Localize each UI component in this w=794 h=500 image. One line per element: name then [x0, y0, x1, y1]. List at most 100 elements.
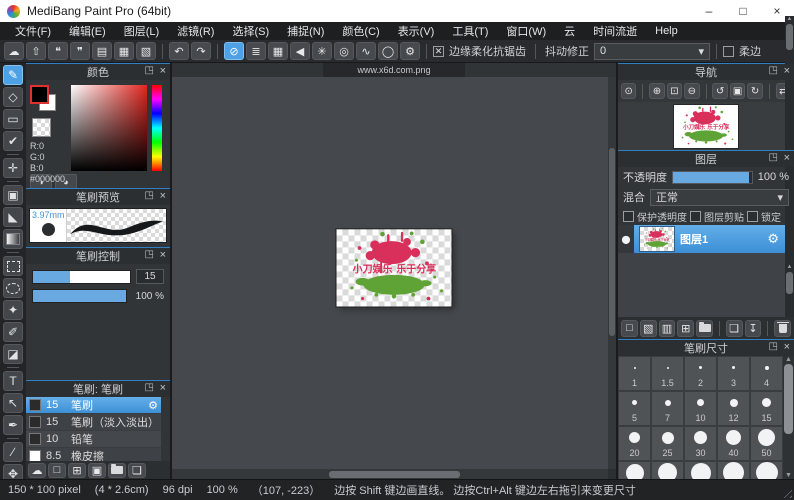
- menu-file[interactable]: 文件(F): [6, 23, 60, 39]
- scrollbar-thumb[interactable]: [609, 148, 615, 336]
- brush-item-fade[interactable]: 15 笔刷（淡入淡出）: [26, 414, 161, 431]
- document-icon[interactable]: ▤: [92, 42, 112, 60]
- menu-view[interactable]: 表示(V): [389, 23, 444, 39]
- close-icon[interactable]: ×: [784, 65, 790, 77]
- menu-color[interactable]: 颜色(C): [333, 23, 388, 39]
- brush-size-cell[interactable]: 60: [618, 461, 651, 479]
- gear-icon[interactable]: ⚙: [767, 231, 779, 247]
- close-icon[interactable]: ×: [784, 152, 790, 164]
- gear-icon[interactable]: ⚙: [148, 399, 158, 412]
- popout-icon[interactable]: ◳: [145, 65, 154, 76]
- canvas-area[interactable]: www.x6d.com.png: [172, 63, 616, 479]
- scrollbar-thumb[interactable]: [786, 24, 793, 50]
- brush-size-cell[interactable]: 90: [717, 461, 750, 479]
- pen-tool[interactable]: ✒: [3, 415, 23, 435]
- operation-tool[interactable]: ↖: [3, 393, 23, 413]
- foreground-color-swatch[interactable]: [30, 85, 49, 104]
- add-layer-icon[interactable]: ⊞: [677, 320, 694, 337]
- curve-icon[interactable]: ∿: [356, 42, 376, 60]
- popout-icon[interactable]: ◳: [145, 190, 154, 201]
- new-brush-icon[interactable]: □: [48, 463, 66, 478]
- cloud-download-icon[interactable]: ☁: [28, 463, 46, 478]
- fit-screen-icon[interactable]: ⊡: [667, 83, 682, 99]
- comment-icon[interactable]: ❝: [48, 42, 68, 60]
- brush-size-cell[interactable]: 50: [750, 426, 783, 461]
- menu-timelapse[interactable]: 时间流逝: [584, 23, 646, 39]
- brush-size-cell[interactable]: 25: [651, 426, 684, 461]
- clipping-checkbox[interactable]: [690, 211, 701, 222]
- popout-icon[interactable]: ◳: [145, 382, 154, 393]
- brush-size-cell[interactable]: 12: [717, 391, 750, 426]
- brush-size-cell[interactable]: 3: [717, 356, 750, 391]
- select-lasso-tool[interactable]: [3, 278, 23, 298]
- brush-size-cell[interactable]: 2: [684, 356, 717, 391]
- menu-select[interactable]: 选择(S): [223, 23, 278, 39]
- close-icon[interactable]: ×: [160, 249, 166, 261]
- scrollbar-thumb[interactable]: [329, 471, 460, 478]
- brush-size-cell[interactable]: 7: [651, 391, 684, 426]
- brush-size-cell[interactable]: 100: [750, 461, 783, 479]
- settings-icon[interactable]: ⚙: [400, 42, 420, 60]
- select-eraser-tool[interactable]: ◪: [3, 344, 23, 364]
- navigator-thumbnail[interactable]: [674, 105, 738, 148]
- transparent-color-swatch[interactable]: [32, 118, 51, 137]
- menu-help[interactable]: Help: [646, 25, 687, 37]
- brush-size-cell[interactable]: 10: [684, 391, 717, 426]
- brush-opacity-slider[interactable]: [32, 289, 127, 303]
- folder-icon[interactable]: [696, 320, 713, 337]
- shape-brush-tool[interactable]: ▭: [3, 109, 23, 129]
- snap-tool[interactable]: ✔: [3, 131, 23, 151]
- close-icon[interactable]: ×: [160, 382, 166, 394]
- symmetry-icon[interactable]: ✳: [312, 42, 332, 60]
- soft-edge-checkbox[interactable]: [723, 46, 734, 57]
- cloud-icon[interactable]: ☁: [4, 42, 24, 60]
- canvas-image[interactable]: [337, 229, 452, 306]
- resize-grip[interactable]: [780, 486, 792, 498]
- brush-size-cell[interactable]: 30: [684, 426, 717, 461]
- select-pen-tool[interactable]: ✐: [3, 322, 23, 342]
- rotate-ccw-icon[interactable]: ↺: [712, 83, 727, 99]
- undo-icon[interactable]: ↶: [169, 42, 189, 60]
- brush-tool[interactable]: ✎: [3, 65, 23, 85]
- zoom-in-icon[interactable]: ⊕: [649, 83, 664, 99]
- rotate-cw-icon[interactable]: ↻: [747, 83, 762, 99]
- brush-size-cell[interactable]: 15: [750, 391, 783, 426]
- menu-cloud[interactable]: 云: [555, 23, 584, 39]
- form-icon[interactable]: ▦: [114, 42, 134, 60]
- brush-item-brush[interactable]: 15 笔刷 ⚙: [26, 397, 161, 414]
- fill-rect-tool[interactable]: ▣: [3, 185, 23, 205]
- zoom-out-icon[interactable]: ⊖: [684, 83, 699, 99]
- close-icon[interactable]: ×: [784, 341, 790, 353]
- brush-size-value[interactable]: 15: [136, 269, 164, 284]
- menu-layer[interactable]: 图层(L): [115, 23, 168, 39]
- brush-size-cell[interactable]: 4: [750, 356, 783, 391]
- gradient-tool[interactable]: [3, 229, 23, 249]
- concentric-icon[interactable]: ◎: [334, 42, 354, 60]
- menu-tools[interactable]: 工具(T): [443, 23, 497, 39]
- magic-wand-tool[interactable]: ✦: [3, 300, 23, 320]
- brush-size-cell[interactable]: 1: [618, 356, 651, 391]
- new-layer-icon[interactable]: □: [621, 320, 638, 337]
- layer-visibility-icon[interactable]: ⬤: [618, 225, 634, 253]
- canvas-horizontal-scrollbar[interactable]: [172, 469, 608, 479]
- eyedropper-tool[interactable]: ∕: [3, 442, 23, 462]
- brush-size-cell[interactable]: 80: [684, 461, 717, 479]
- layer-list-scrollbar[interactable]: ▲: [785, 264, 794, 299]
- blend-mode-select[interactable]: 正常 ▾: [650, 189, 789, 206]
- scrollbar-thumb[interactable]: [786, 272, 793, 294]
- canvas-tab[interactable]: www.x6d.com.png: [323, 63, 464, 77]
- brush-size-cell[interactable]: 20: [618, 426, 651, 461]
- protect-alpha-checkbox[interactable]: [623, 211, 634, 222]
- brush-size-cell[interactable]: 1.5: [651, 356, 684, 391]
- select-rect-tool[interactable]: [3, 256, 23, 276]
- move-tool[interactable]: ✛: [3, 158, 23, 178]
- eraser-tool[interactable]: ◇: [3, 87, 23, 107]
- close-icon[interactable]: ×: [160, 190, 166, 202]
- brush-size-cell[interactable]: 70: [651, 461, 684, 479]
- popout-icon[interactable]: ◳: [769, 152, 778, 163]
- popout-icon[interactable]: ◳: [145, 249, 154, 260]
- popout-icon[interactable]: ◳: [769, 341, 778, 352]
- new-8bit-layer-icon[interactable]: ▧: [640, 320, 657, 337]
- perspective-icon[interactable]: ◀: [290, 42, 310, 60]
- reset-view-icon[interactable]: ▣: [730, 83, 745, 99]
